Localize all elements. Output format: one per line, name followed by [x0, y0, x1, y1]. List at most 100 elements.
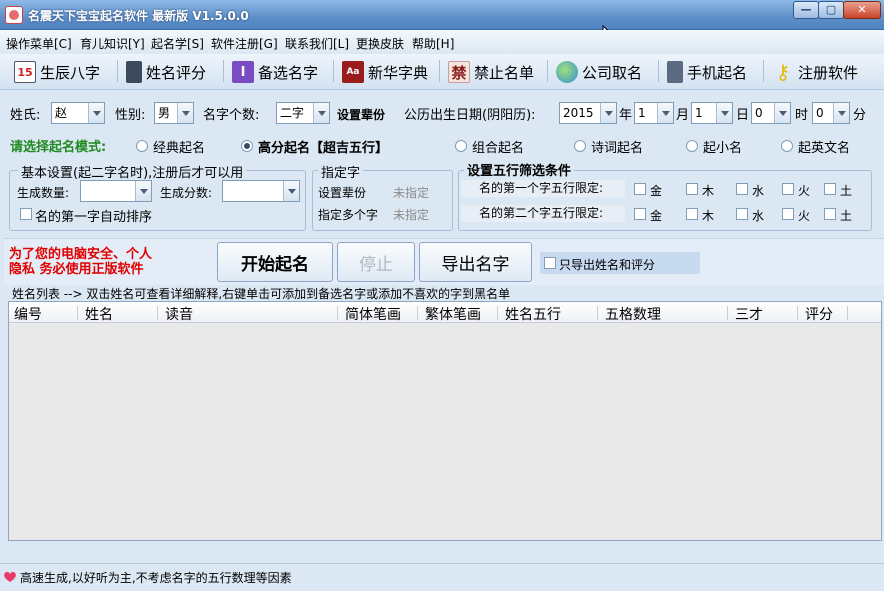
- toolbar-separator: [333, 60, 334, 82]
- tool-blacklist[interactable]: 禁 禁止名单: [448, 59, 534, 85]
- menu-operation[interactable]: 操作菜单[C]: [6, 35, 72, 52]
- radio-selected-icon: [241, 140, 253, 152]
- chevron-down-icon: [716, 103, 732, 123]
- assign-generation-value[interactable]: 未指定: [393, 184, 429, 201]
- toolbar-separator: [439, 60, 440, 82]
- tool-candidate-names[interactable]: I 备选名字: [232, 59, 318, 85]
- name-length-select[interactable]: 二字: [276, 102, 330, 124]
- calendar-icon: 15: [14, 61, 36, 83]
- score-label: 生成分数:: [160, 186, 213, 200]
- element-label: 火: [798, 209, 811, 223]
- name-length-label: 名字个数:: [203, 108, 260, 123]
- menu-contact[interactable]: 联系我们[L]: [285, 35, 349, 52]
- col-header-score[interactable]: 评分: [805, 304, 833, 324]
- minute-select[interactable]: 0: [812, 102, 850, 124]
- col-header-number[interactable]: 编号: [14, 304, 42, 324]
- tool-company-name[interactable]: 公司取名: [556, 59, 642, 85]
- tool-name-score[interactable]: 姓名评分: [126, 59, 206, 85]
- col-header-wuge[interactable]: 五格数理: [605, 304, 661, 324]
- chevron-down-icon: [657, 103, 673, 123]
- mode-nickname-radio[interactable]: 起小名: [686, 138, 742, 156]
- heart-icon: [4, 571, 16, 582]
- count-select[interactable]: [80, 180, 152, 202]
- radio-label: 诗词起名: [591, 140, 644, 156]
- col-header-traditional-strokes[interactable]: 繁体笔画: [425, 304, 481, 324]
- toolbar-separator: [658, 60, 659, 82]
- chevron-down-icon: [833, 103, 849, 123]
- export-only-checkbox[interactable]: [544, 257, 556, 269]
- wuxing2-metal-checkbox[interactable]: [634, 208, 646, 220]
- month-value: 1: [638, 106, 646, 120]
- wuxing2-water-checkbox[interactable]: [736, 208, 748, 220]
- assign-multi-value[interactable]: 未指定: [393, 206, 429, 223]
- year-select[interactable]: 2015: [559, 102, 617, 124]
- mode-english-radio[interactable]: 起英文名: [781, 138, 850, 156]
- menu-skin[interactable]: 更换皮肤: [356, 35, 404, 52]
- tool-dictionary[interactable]: Aa 新华字典: [342, 59, 428, 85]
- toolbar-separator: [547, 60, 548, 82]
- mode-combination-radio[interactable]: 组合起名: [455, 138, 525, 156]
- wuxing-row2-label: 名的第二个字五行限定:: [461, 205, 625, 222]
- tool-register[interactable]: ⚷ 注册软件: [772, 59, 858, 85]
- security-notice-line1: 为了您的电脑安全、个人: [9, 247, 153, 262]
- toolbar-separator: [117, 60, 118, 82]
- tool-label: 生辰八字: [40, 63, 101, 82]
- wuxing2-wood-checkbox[interactable]: [686, 208, 698, 220]
- minimize-button[interactable]: —: [793, 1, 819, 19]
- auto-sort-checkbox[interactable]: [20, 208, 32, 220]
- mode-classic-radio[interactable]: 经典起名: [136, 138, 205, 156]
- start-naming-button[interactable]: 开始起名: [217, 242, 333, 282]
- globe-icon: [556, 61, 578, 83]
- wuxing1-fire-checkbox[interactable]: [782, 183, 794, 195]
- radio-icon: [781, 140, 793, 152]
- title-bar[interactable]: 名震天下宝宝起名软件 最新版 V1.5.0.0 — ▢ ✕: [0, 0, 884, 30]
- hour-select[interactable]: 0: [751, 102, 791, 124]
- menu-help[interactable]: 帮助[H]: [412, 35, 454, 52]
- export-names-button[interactable]: 导出名字: [419, 242, 532, 282]
- gender-select[interactable]: 男: [154, 102, 194, 124]
- menu-naming-study[interactable]: 起名学[S]: [151, 35, 204, 52]
- tool-label: 姓名评分: [146, 63, 207, 82]
- stop-button[interactable]: 停止: [337, 242, 415, 282]
- wuxing1-water-checkbox[interactable]: [736, 183, 748, 195]
- wuxing2-earth-checkbox[interactable]: [824, 208, 836, 220]
- tool-label: 备选名字: [258, 63, 319, 82]
- mode-high-score-radio[interactable]: 高分起名【超吉五行】: [241, 138, 389, 156]
- radio-label: 高分起名【超吉五行】: [258, 140, 389, 156]
- month-select[interactable]: 1: [634, 102, 674, 124]
- col-header-name-wuxing[interactable]: 姓名五行: [505, 304, 561, 324]
- maximize-button[interactable]: ▢: [818, 1, 844, 19]
- assign-generation-label: 设置辈份: [318, 186, 367, 200]
- gender-value: 男: [158, 106, 171, 120]
- column-divider: [597, 306, 598, 320]
- name-list-grid[interactable]: 编号 姓名 读音 简体笔画 繁体笔画 姓名五行 五格数理 三才 评分: [8, 301, 882, 541]
- menu-register[interactable]: 软件注册[G]: [211, 35, 278, 52]
- score-select[interactable]: [222, 180, 300, 202]
- tool-phone-name[interactable]: 手机起名: [667, 59, 747, 85]
- col-header-simplified-strokes[interactable]: 简体笔画: [345, 304, 401, 324]
- gender-label: 性别:: [115, 108, 146, 123]
- wuxing2-fire-checkbox[interactable]: [782, 208, 794, 220]
- col-header-name[interactable]: 姓名: [85, 304, 113, 324]
- set-generation-link[interactable]: 设置辈份: [337, 106, 385, 123]
- mode-poetry-radio[interactable]: 诗词起名: [574, 138, 644, 156]
- auto-sort-label: 名的第一字自动排序: [35, 210, 153, 225]
- menu-parenting[interactable]: 育儿知识[Y]: [80, 35, 145, 52]
- wuxing1-earth-checkbox[interactable]: [824, 183, 836, 195]
- day-select[interactable]: 1: [691, 102, 733, 124]
- wuxing1-wood-checkbox[interactable]: [686, 183, 698, 195]
- close-button[interactable]: ✕: [843, 1, 881, 19]
- chevron-down-icon: [177, 103, 193, 123]
- surname-select[interactable]: 赵: [51, 102, 105, 124]
- radio-icon: [574, 140, 586, 152]
- basic-settings-title: 基本设置(起二字名时),注册后才可以用: [18, 162, 247, 181]
- wuxing1-metal-checkbox[interactable]: [634, 183, 646, 195]
- col-header-sancai[interactable]: 三才: [735, 304, 763, 324]
- radio-label: 组合起名: [472, 140, 525, 156]
- tool-birth-chart[interactable]: 15 生辰八字: [14, 59, 100, 85]
- year-value: 2015: [563, 106, 594, 120]
- year-unit: 年: [619, 108, 633, 123]
- radio-icon: [455, 140, 467, 152]
- tool-label: 禁止名单: [474, 63, 535, 82]
- col-header-pronunciation[interactable]: 读音: [165, 304, 193, 324]
